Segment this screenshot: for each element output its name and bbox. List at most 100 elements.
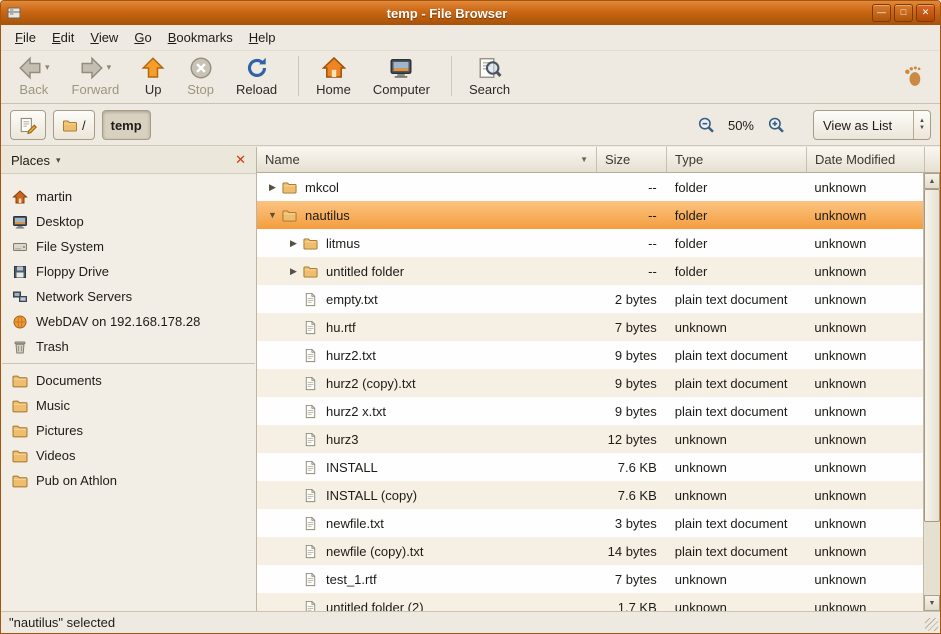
menu-file[interactable]: File xyxy=(7,27,44,48)
folder-icon xyxy=(12,398,28,414)
back-button[interactable]: ▾ Back xyxy=(9,52,59,99)
table-row[interactable]: empty.txt 2 bytes plain text document un… xyxy=(257,285,923,313)
menu-help[interactable]: Help xyxy=(241,27,284,48)
file-size-cell: 7.6 KB xyxy=(596,481,666,509)
column-header-name[interactable]: Name ▼ xyxy=(257,147,597,173)
up-icon xyxy=(141,56,165,80)
table-row[interactable]: ▶ mkcol -- folder unknown xyxy=(257,173,923,201)
text-file-icon xyxy=(302,432,319,447)
table-row[interactable]: hurz2.txt 9 bytes plain text document un… xyxy=(257,341,923,369)
sidebar-item-music[interactable]: Music xyxy=(1,393,256,418)
file-name-cell: hurz2 (copy).txt xyxy=(257,369,596,397)
sidebar-item-webdav[interactable]: WebDAV on 192.168.178.28 xyxy=(1,309,256,334)
column-header-type[interactable]: Type xyxy=(667,147,807,173)
scroll-down-button[interactable]: ▼ xyxy=(924,595,940,611)
expander-icon[interactable]: ▼ xyxy=(264,210,281,220)
table-row[interactable]: newfile.txt 3 bytes plain text document … xyxy=(257,509,923,537)
minimize-button[interactable]: — xyxy=(872,4,891,22)
sidebar-item-label: Floppy Drive xyxy=(36,264,109,279)
path-current-button[interactable]: temp xyxy=(102,110,151,140)
sidebar-item-network[interactable]: Network Servers xyxy=(1,284,256,309)
sidebar-item-desktop[interactable]: Desktop xyxy=(1,209,256,234)
resize-grip[interactable] xyxy=(925,618,938,631)
file-date-cell: unknown xyxy=(805,285,923,313)
close-button[interactable]: ✕ xyxy=(916,4,935,22)
computer-button[interactable]: Computer xyxy=(364,52,439,99)
column-header-size[interactable]: Size xyxy=(597,147,667,173)
back-dropdown-caret[interactable]: ▾ xyxy=(45,62,50,73)
sidebar-close-icon[interactable]: ✕ xyxy=(232,152,249,168)
home-button[interactable]: Home xyxy=(307,52,360,99)
table-row[interactable]: INSTALL (copy) 7.6 KB unknown unknown xyxy=(257,481,923,509)
table-row[interactable]: test_1.rtf 7 bytes unknown unknown xyxy=(257,565,923,593)
forward-dropdown-caret[interactable]: ▾ xyxy=(107,62,112,73)
file-date-cell: unknown xyxy=(805,341,923,369)
sidebar-item-pictures[interactable]: Pictures xyxy=(1,418,256,443)
menu-go[interactable]: Go xyxy=(126,27,159,48)
table-row[interactable]: ▶ untitled folder -- folder unknown xyxy=(257,257,923,285)
sidebar-item-label: Documents xyxy=(36,373,102,388)
zoom-in-button[interactable] xyxy=(764,113,788,137)
back-icon xyxy=(18,56,42,80)
scroll-up-button[interactable]: ▲ xyxy=(924,173,940,189)
sidebar-item-trash[interactable]: Trash xyxy=(1,334,256,359)
view-as-spinner[interactable]: ▲ ▼ xyxy=(913,111,930,139)
view-as-select[interactable]: View as List ▲ ▼ xyxy=(813,110,931,140)
zoom-out-button[interactable] xyxy=(694,113,718,137)
file-date-cell: unknown xyxy=(805,173,923,201)
path-root-button[interactable]: / xyxy=(53,110,95,140)
spin-up-icon: ▲ xyxy=(919,118,925,125)
expander-icon[interactable]: ▶ xyxy=(285,238,302,249)
stop-button[interactable]: Stop xyxy=(178,52,223,99)
table-row[interactable]: INSTALL 7.6 KB unknown unknown xyxy=(257,453,923,481)
maximize-button[interactable]: □ xyxy=(894,4,913,22)
folder-icon xyxy=(302,236,319,251)
file-size-cell: 7.6 KB xyxy=(596,453,666,481)
sidebar-item-floppy[interactable]: Floppy Drive xyxy=(1,259,256,284)
trash-icon xyxy=(12,339,28,355)
file-name-cell: hurz3 xyxy=(257,425,596,453)
file-date-cell: unknown xyxy=(805,201,923,229)
table-row[interactable]: hurz2 (copy).txt 9 bytes plain text docu… xyxy=(257,369,923,397)
sidebar-item-videos[interactable]: Videos xyxy=(1,443,256,468)
table-row[interactable]: hu.rtf 7 bytes unknown unknown xyxy=(257,313,923,341)
view-as-label: View as List xyxy=(814,111,913,139)
vertical-scrollbar[interactable]: ▲ ▼ xyxy=(923,173,940,611)
file-name: mkcol xyxy=(305,180,339,195)
table-row[interactable]: hurz3 12 bytes unknown unknown xyxy=(257,425,923,453)
search-icon xyxy=(478,56,502,80)
places-caret-icon: ▾ xyxy=(56,155,61,166)
table-row[interactable]: ▶ litmus -- folder unknown xyxy=(257,229,923,257)
file-type-cell: unknown xyxy=(666,565,806,593)
sidebar-item-pub-on-athlon[interactable]: Pub on Athlon xyxy=(1,468,256,493)
scrollbar-track[interactable] xyxy=(924,189,940,595)
sidebar-item-martin[interactable]: martin xyxy=(1,184,256,209)
expander-icon[interactable]: ▶ xyxy=(285,266,302,277)
toolbar: ▾ Back ▾ Forward Up Stop Reload Home xyxy=(1,51,940,104)
table-row[interactable]: newfile (copy).txt 14 bytes plain text d… xyxy=(257,537,923,565)
menu-edit[interactable]: Edit xyxy=(44,27,82,48)
text-file-icon xyxy=(302,404,319,419)
globe-icon xyxy=(12,314,28,330)
table-row[interactable]: hurz2 x.txt 9 bytes plain text document … xyxy=(257,397,923,425)
title-bar[interactable]: temp - File Browser — □ ✕ xyxy=(1,1,940,25)
file-type-cell: folder xyxy=(666,201,806,229)
column-header-date[interactable]: Date Modified xyxy=(807,147,925,173)
sidebar-item-documents[interactable]: Documents xyxy=(1,368,256,393)
up-button[interactable]: Up xyxy=(132,52,174,99)
reload-button[interactable]: Reload xyxy=(227,52,286,99)
expander-icon[interactable]: ▶ xyxy=(264,182,281,193)
search-button[interactable]: Search xyxy=(460,52,519,99)
table-row[interactable]: untitled folder (2) 1.7 KB unknown unkno… xyxy=(257,593,923,611)
status-bar: "nautilus" selected xyxy=(1,611,940,633)
edit-location-button[interactable] xyxy=(10,110,46,140)
places-label: Places xyxy=(11,153,50,168)
table-row-selected[interactable]: ▼ nautilus -- folder unknown xyxy=(257,201,923,229)
forward-button[interactable]: ▾ Forward xyxy=(63,52,129,99)
places-dropdown[interactable]: Places ▾ xyxy=(8,153,232,168)
sidebar-item-file-system[interactable]: File System xyxy=(1,234,256,259)
scrollbar-thumb[interactable] xyxy=(924,189,940,522)
menu-view[interactable]: View xyxy=(82,27,126,48)
menu-bookmarks[interactable]: Bookmarks xyxy=(160,27,241,48)
text-file-icon xyxy=(302,600,319,612)
